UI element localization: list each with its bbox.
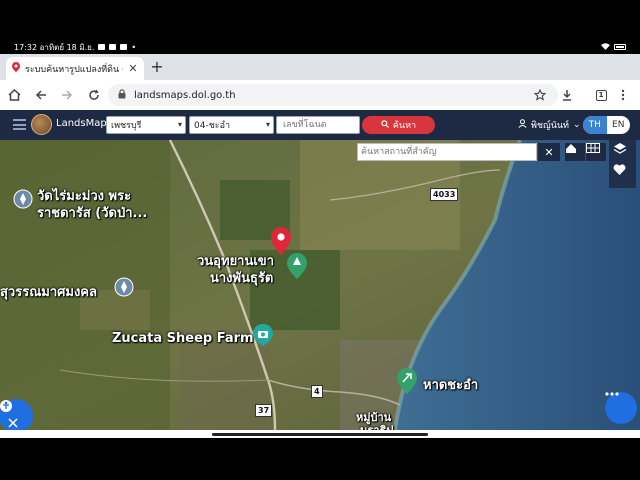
- brand-name: LandsMaps: [56, 118, 112, 129]
- home-indicator[interactable]: [212, 433, 428, 436]
- road-shield-4033: 4033: [430, 188, 459, 201]
- chevron-down-icon: ▾: [265, 120, 270, 129]
- browser-toolbar: landsmaps.dol.go.th 1: [0, 80, 640, 110]
- browser-tab-strip: ระบบค้นหารูปแปลงที่ดิน (Lands ✕ +: [0, 54, 640, 80]
- clear-search-button[interactable]: ✕: [538, 143, 560, 161]
- facebook-icon: [109, 44, 117, 50]
- reload-icon[interactable]: [85, 86, 103, 104]
- url-text: landsmaps.dol.go.th: [134, 89, 236, 101]
- map-pin-favicon-icon: [12, 62, 20, 75]
- address-bar[interactable]: landsmaps.dol.go.th: [108, 84, 558, 106]
- app-header: LandsMaps เพชรบุรี ▾ 04-ชะอำ ▾ ค้นหา พิช…: [0, 110, 640, 140]
- road-shield-4: 4: [311, 385, 323, 398]
- location-pin-icon[interactable]: [271, 227, 291, 255]
- new-tab-button[interactable]: +: [149, 58, 165, 76]
- close-icon[interactable]: [8, 418, 22, 430]
- landmark-search-input[interactable]: [357, 143, 537, 161]
- menu-kebab-icon[interactable]: [614, 86, 632, 104]
- landsmaps-logo: [31, 114, 52, 135]
- lang-en-button[interactable]: EN: [607, 116, 631, 134]
- lock-icon: [118, 88, 126, 102]
- layers-icon[interactable]: [613, 142, 633, 162]
- chevron-down-icon: ▾: [177, 120, 182, 129]
- language-toggle[interactable]: TH EN: [583, 116, 630, 134]
- map-label-temple-line2[interactable]: ราชดารัส (วัดป่า...: [37, 202, 147, 223]
- chevron-down-icon: ⌄: [572, 120, 581, 130]
- hamburger-menu-icon[interactable]: [13, 119, 26, 130]
- tab-switcher-button[interactable]: 1: [592, 86, 610, 104]
- lang-th-button[interactable]: TH: [583, 116, 607, 134]
- temple-poi-icon[interactable]: [13, 189, 33, 209]
- home-view-icon[interactable]: [565, 143, 585, 161]
- wifi-icon: [601, 42, 610, 52]
- status-bar: 17:32 อาทิตย์ 18 มิ.ย. •: [0, 40, 640, 54]
- battery-icon: [614, 44, 626, 50]
- tab-title: ระบบค้นหารูปแปลงที่ดิน (Lands: [25, 64, 123, 75]
- more-options-button[interactable]: [605, 392, 637, 424]
- map-tool-panel: [609, 140, 636, 188]
- grid-view-icon[interactable]: [586, 143, 606, 161]
- map-label-school[interactable]: สุวรรณมาศมงคล: [0, 281, 97, 302]
- user-menu[interactable]: พิชญ์นันท์ ⌄: [518, 118, 581, 132]
- map-label-village-line2[interactable]: นราธิป: [360, 421, 393, 430]
- home-icon[interactable]: [5, 86, 23, 104]
- road-shield-37: 37: [255, 404, 273, 417]
- school-poi-icon[interactable]: [114, 277, 134, 297]
- map-label-beach[interactable]: หาดชะอำ: [423, 374, 478, 395]
- notification-icon: [98, 44, 106, 50]
- download-icon[interactable]: [558, 86, 576, 104]
- bookmark-star-icon[interactable]: [531, 86, 549, 104]
- mail-icon: [120, 44, 128, 50]
- district-select[interactable]: 04-ชะอำ ▾: [189, 116, 274, 134]
- search-button[interactable]: ค้นหา: [362, 116, 435, 134]
- dot-icon: •: [131, 42, 137, 52]
- back-icon[interactable]: [32, 86, 50, 104]
- satellite-map[interactable]: วัดไร่มะม่วง พระ ราชดารัส (วัดป่า... วนอ…: [0, 140, 640, 430]
- browser-tab[interactable]: ระบบค้นหารูปแปลงที่ดิน (Lands ✕: [6, 57, 144, 80]
- beach-poi-icon[interactable]: [397, 368, 417, 394]
- search-icon: [381, 119, 389, 131]
- camera-poi-icon[interactable]: [252, 324, 273, 346]
- province-select[interactable]: เพชรบุรี ▾: [106, 116, 186, 134]
- map-label-park-line2[interactable]: นางพันธุรัต: [210, 267, 273, 288]
- status-time: 17:32 อาทิตย์ 18 มิ.ย.: [14, 42, 95, 52]
- forward-icon[interactable]: [58, 86, 76, 104]
- map-label-farm[interactable]: Zucata Sheep Farm: [112, 331, 254, 346]
- tab-close-icon[interactable]: ✕: [128, 62, 138, 75]
- deed-number-input[interactable]: [276, 116, 360, 134]
- park-poi-icon[interactable]: [287, 253, 307, 279]
- user-icon: [518, 119, 527, 131]
- favorite-heart-icon[interactable]: [613, 164, 633, 184]
